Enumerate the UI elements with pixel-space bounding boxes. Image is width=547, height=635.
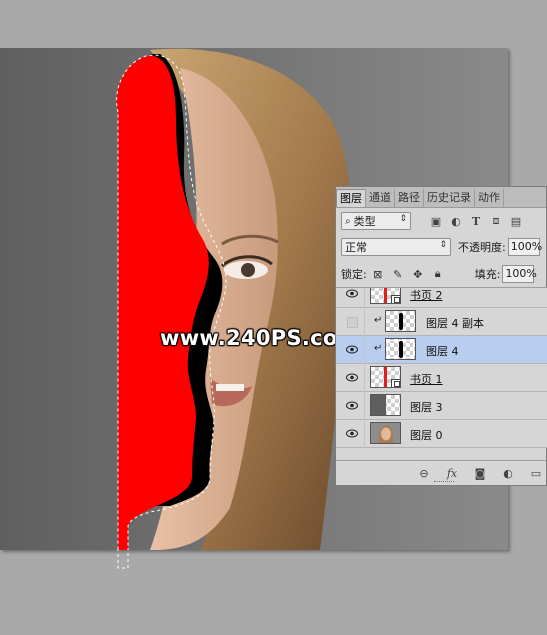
panel-tabs: 图层 通道 路径 历史记录 动作	[336, 187, 546, 208]
divider	[364, 420, 365, 448]
blend-mode-value: 正常	[345, 241, 367, 254]
layer-thumbnail[interactable]	[385, 310, 416, 332]
layer-thumbnail[interactable]	[370, 394, 401, 416]
lock-move-icon[interactable]: ✥	[411, 267, 425, 281]
updown-arrow-icon: ⇕	[439, 240, 447, 250]
pixel-filter-icon[interactable]: ▣	[429, 214, 443, 228]
layer-row-selected[interactable]: ↵ 图层 4	[336, 336, 547, 364]
eye-icon[interactable]	[346, 289, 358, 298]
divider	[364, 336, 365, 364]
eye-icon[interactable]	[346, 429, 358, 438]
layer-name[interactable]: 图层 3	[410, 399, 443, 415]
link-icon[interactable]: ⊖	[416, 466, 432, 480]
type-filter-icon[interactable]: T	[469, 214, 483, 228]
red-page-thumb-mark	[384, 367, 387, 387]
layer-thumbnail[interactable]	[385, 338, 416, 360]
eye-icon[interactable]	[346, 401, 358, 410]
fill-field[interactable]: 100%	[502, 265, 537, 283]
layer-row[interactable]: 图层 0	[336, 420, 547, 448]
divider	[364, 392, 365, 420]
lock-row: 锁定: ⊠ ✎ ✥ 🔒︎ 填充: 100%	[336, 263, 547, 285]
layer-name[interactable]: 图层 4 副本	[426, 315, 484, 331]
layer-row[interactable]: 书页 2	[336, 288, 547, 308]
visibility-toggle[interactable]	[347, 317, 358, 328]
layer-row[interactable]: 书页 1	[336, 364, 547, 392]
smart-object-icon	[391, 295, 400, 303]
tab-paths[interactable]: 路径	[395, 189, 424, 207]
eye-icon[interactable]	[346, 345, 358, 354]
workspace[interactable]: www.240PS.com 图层 通道 路径 历史记录 动作 ⌕ 类型 ⇕ ▣ …	[0, 0, 547, 635]
adjustment-icon[interactable]: ◐	[500, 466, 516, 480]
opacity-label: 不透明度:	[458, 241, 506, 254]
opacity-field[interactable]: 100%	[507, 238, 542, 256]
red-page-thumb-mark	[384, 288, 387, 303]
lock-transparent-icon[interactable]: ⊠	[371, 267, 385, 281]
eye-icon[interactable]	[346, 373, 358, 382]
shape-filter-icon[interactable]: ⧈	[489, 214, 503, 228]
filter-kind-select[interactable]: ⌕ 类型 ⇕	[341, 212, 411, 230]
layer-thumbnail[interactable]	[370, 288, 401, 304]
layer-name[interactable]: 书页 2	[410, 288, 443, 303]
blend-row: 正常 ⇕ 不透明度: 100%	[336, 235, 547, 259]
layers-panel[interactable]: 图层 通道 路径 历史记录 动作 ⌕ 类型 ⇕ ▣ ◐ T ⧈ ▤ 正常 ⇕ 不…	[335, 186, 547, 486]
folder-icon[interactable]: ▭	[528, 466, 544, 480]
gray-fill-thumb-mark	[371, 395, 386, 415]
divider	[364, 288, 365, 308]
tab-channels[interactable]: 通道	[366, 189, 395, 207]
divider	[364, 364, 365, 392]
tab-history[interactable]: 历史记录	[424, 189, 475, 207]
smart-object-icon	[391, 379, 400, 387]
layer-name[interactable]: 图层 4	[426, 343, 459, 359]
clipping-arrow-icon: ↵	[374, 315, 383, 326]
portrait-thumb-image	[371, 423, 400, 443]
search-icon: ⌕	[345, 215, 351, 227]
layer-row[interactable]: 图层 3	[336, 392, 547, 420]
layer-row[interactable]: ↵ 图层 4 副本	[336, 308, 547, 336]
divider	[364, 308, 365, 336]
layer-name[interactable]: 图层 0	[410, 427, 443, 443]
watermark-text: www.240PS.com	[160, 326, 360, 350]
layer-name[interactable]: 书页 1	[410, 371, 443, 387]
layers-list[interactable]: 书页 2 ↵ 图层 4 副本 ↵ 图层 4 书页 1 图层 3 图层 0	[336, 287, 547, 460]
smartobject-filter-icon[interactable]: ▤	[509, 214, 523, 228]
tab-actions[interactable]: 动作	[475, 189, 504, 207]
lock-label: 锁定:	[341, 268, 367, 281]
fill-label: 填充:	[474, 268, 501, 281]
fx-icon[interactable]: fx	[444, 466, 460, 480]
layer-thumbnail[interactable]	[370, 366, 401, 388]
filter-row: ⌕ 类型 ⇕ ▣ ◐ T ⧈ ▤	[336, 209, 547, 233]
black-edge-thumb-mark	[399, 313, 403, 330]
black-edge-thumb-mark	[399, 341, 403, 358]
updown-arrow-icon: ⇕	[399, 214, 407, 224]
lock-brush-icon[interactable]: ✎	[391, 267, 405, 281]
mask-icon[interactable]: ◙	[472, 466, 488, 480]
resize-grip[interactable]	[434, 481, 454, 485]
adjustment-filter-icon[interactable]: ◐	[449, 214, 463, 228]
panel-bottom-bar: ⊖ fx ◙ ◐ ▭	[336, 460, 546, 485]
blend-mode-select[interactable]: 正常 ⇕	[341, 238, 451, 256]
filter-kind-value: 类型	[353, 215, 376, 228]
tab-layers[interactable]: 图层	[336, 189, 366, 207]
layer-thumbnail[interactable]	[370, 422, 401, 444]
lock-all-icon[interactable]: 🔒︎	[431, 267, 445, 281]
clipping-arrow-icon: ↵	[374, 343, 383, 354]
